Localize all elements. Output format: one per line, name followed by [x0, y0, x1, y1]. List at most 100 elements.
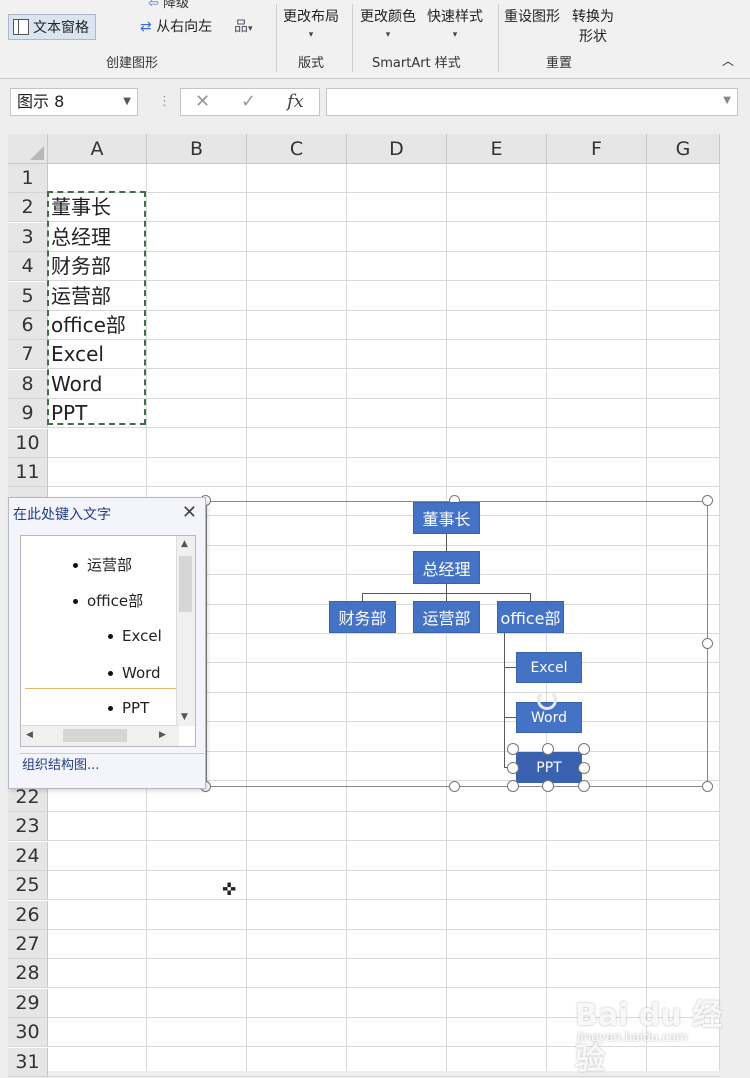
text-pane-list[interactable]: 运营部 office部 Excel Word PPT ▲ ▼ ◀ ▶ — [20, 535, 196, 747]
watermark: Bai du 经验 jingyan.baidu.com — [575, 998, 723, 1077]
collapse-ribbon-button[interactable]: ︿ — [722, 52, 734, 69]
row-header[interactable]: 31 — [8, 1048, 48, 1077]
scroll-down-icon[interactable]: ▼ — [181, 712, 188, 722]
shape-resize-handle[interactable] — [578, 762, 590, 774]
bullet-icon — [108, 671, 113, 676]
shape-resize-handle[interactable] — [507, 762, 519, 774]
gridline — [48, 192, 720, 193]
reset-graphic-button[interactable]: 重设图形 — [504, 6, 560, 26]
change-colors-button[interactable]: 更改颜色 ▾ — [360, 6, 416, 40]
shape-resize-handle[interactable] — [507, 743, 519, 755]
shape-resize-handle[interactable] — [578, 743, 590, 755]
right-to-left-icon: ⇄ — [140, 19, 152, 35]
chevron-down-icon: ▾ — [308, 30, 314, 40]
row-header[interactable]: 26 — [8, 901, 48, 930]
shape-resize-handle[interactable] — [578, 780, 590, 792]
org-node-operations[interactable]: 运营部 — [413, 601, 480, 633]
row-header[interactable]: 4 — [8, 252, 48, 281]
row-header[interactable]: 11 — [8, 458, 48, 487]
drag-dots-icon[interactable]: ⋮ — [158, 94, 171, 109]
gridline — [48, 310, 720, 311]
change-layout-button[interactable]: 更改布局 ▾ — [283, 6, 339, 40]
row-header[interactable]: 28 — [8, 959, 48, 988]
text-pane-item[interactable]: PPT — [108, 699, 149, 717]
text-pane-item[interactable]: office部 — [73, 590, 143, 611]
gridline — [48, 929, 720, 930]
resize-handle[interactable] — [702, 495, 713, 506]
resize-handle[interactable] — [702, 638, 713, 649]
resize-handle[interactable] — [702, 781, 713, 792]
gridline — [48, 427, 720, 428]
formula-input[interactable]: ▼ — [326, 88, 738, 116]
row-header[interactable]: 3 — [8, 223, 48, 252]
org-node-excel[interactable]: Excel — [516, 652, 582, 683]
shape-resize-handle[interactable] — [542, 743, 554, 755]
chevron-down-icon[interactable]: ▼ — [123, 89, 131, 115]
enter-icon[interactable]: ✓ — [241, 91, 256, 112]
row-header[interactable]: 2 — [8, 193, 48, 222]
right-to-left-button[interactable]: ⇄ 从右向左 — [140, 16, 212, 36]
row-header[interactable]: 25 — [8, 871, 48, 900]
row-header[interactable]: 7 — [8, 340, 48, 369]
scrollbar-thumb[interactable] — [179, 556, 192, 612]
resize-handle[interactable] — [449, 781, 460, 792]
connector — [504, 633, 505, 767]
column-header[interactable]: C — [247, 134, 347, 164]
org-node-gm[interactable]: 总经理 — [413, 551, 480, 584]
row-header[interactable]: 23 — [8, 812, 48, 841]
column-header[interactable]: F — [547, 134, 647, 164]
org-node-finance[interactable]: 财务部 — [329, 601, 396, 633]
text-pane-button[interactable]: 文本窗格 — [8, 14, 96, 40]
gridline — [48, 280, 720, 281]
row-header[interactable]: 5 — [8, 282, 48, 311]
scroll-left-icon[interactable]: ◀ — [26, 730, 33, 740]
copy-marquee — [47, 191, 146, 425]
column-header[interactable]: G — [647, 134, 720, 164]
row-header[interactable]: 24 — [8, 842, 48, 871]
chevron-down-icon: ▾ — [248, 24, 253, 34]
text-pane-title: 在此处键入文字 — [13, 507, 111, 523]
layout-options-button[interactable]: 品▾ — [234, 16, 253, 36]
org-node-chairman[interactable]: 董事长 — [413, 502, 480, 534]
org-node-ppt[interactable]: PPT — [516, 752, 582, 783]
scroll-right-icon[interactable]: ▶ — [159, 730, 166, 740]
rotate-handle-icon[interactable] — [537, 690, 557, 710]
cancel-icon[interactable]: ✕ — [195, 91, 210, 112]
name-box[interactable]: 图示 8 ▼ — [10, 88, 138, 116]
close-icon[interactable]: ✕ — [182, 502, 197, 523]
shape-resize-handle[interactable] — [507, 780, 519, 792]
select-all-button[interactable] — [8, 134, 48, 164]
column-header[interactable]: A — [48, 134, 147, 164]
mouse-cursor-icon: ✜ — [222, 880, 237, 900]
shape-resize-handle[interactable] — [542, 780, 554, 792]
row-header[interactable]: 6 — [8, 311, 48, 340]
scrollbar-thumb[interactable] — [63, 729, 127, 742]
row-header[interactable]: 8 — [8, 370, 48, 399]
column-header[interactable]: B — [147, 134, 247, 164]
horizontal-scrollbar[interactable]: ◀ ▶ — [21, 725, 179, 746]
row-header[interactable]: 27 — [8, 930, 48, 959]
column-header[interactable]: D — [347, 134, 447, 164]
scroll-up-icon[interactable]: ▲ — [181, 539, 188, 549]
row-header[interactable]: 1 — [8, 164, 48, 193]
smartart-frame[interactable] — [206, 501, 708, 787]
vertical-scrollbar[interactable]: ▲ ▼ — [176, 536, 195, 726]
row-header[interactable]: 10 — [8, 429, 48, 458]
text-pane-item[interactable]: Word — [108, 664, 161, 682]
org-node-office[interactable]: office部 — [497, 601, 564, 633]
quick-styles-button[interactable]: 快速样式 ▾ — [427, 6, 483, 40]
insert-function-icon[interactable]: fx — [287, 91, 304, 112]
demote-icon: ⇦ — [148, 0, 164, 11]
gridline — [48, 840, 720, 841]
demote-button[interactable]: ⇦ 降级 — [148, 0, 189, 11]
gridline — [48, 899, 720, 900]
expand-formula-icon[interactable]: ▼ — [723, 95, 731, 106]
text-pane-item[interactable]: 运营部 — [73, 554, 132, 575]
row-header[interactable]: 29 — [8, 989, 48, 1018]
column-header[interactable]: E — [447, 134, 547, 164]
text-pane-footer[interactable]: 组织结构图... — [20, 753, 204, 778]
row-header[interactable]: 30 — [8, 1018, 48, 1047]
text-pane-item[interactable]: Excel — [108, 627, 162, 645]
convert-to-shapes-button[interactable]: 转换为 形状 — [572, 6, 614, 46]
row-header[interactable]: 9 — [8, 399, 48, 428]
